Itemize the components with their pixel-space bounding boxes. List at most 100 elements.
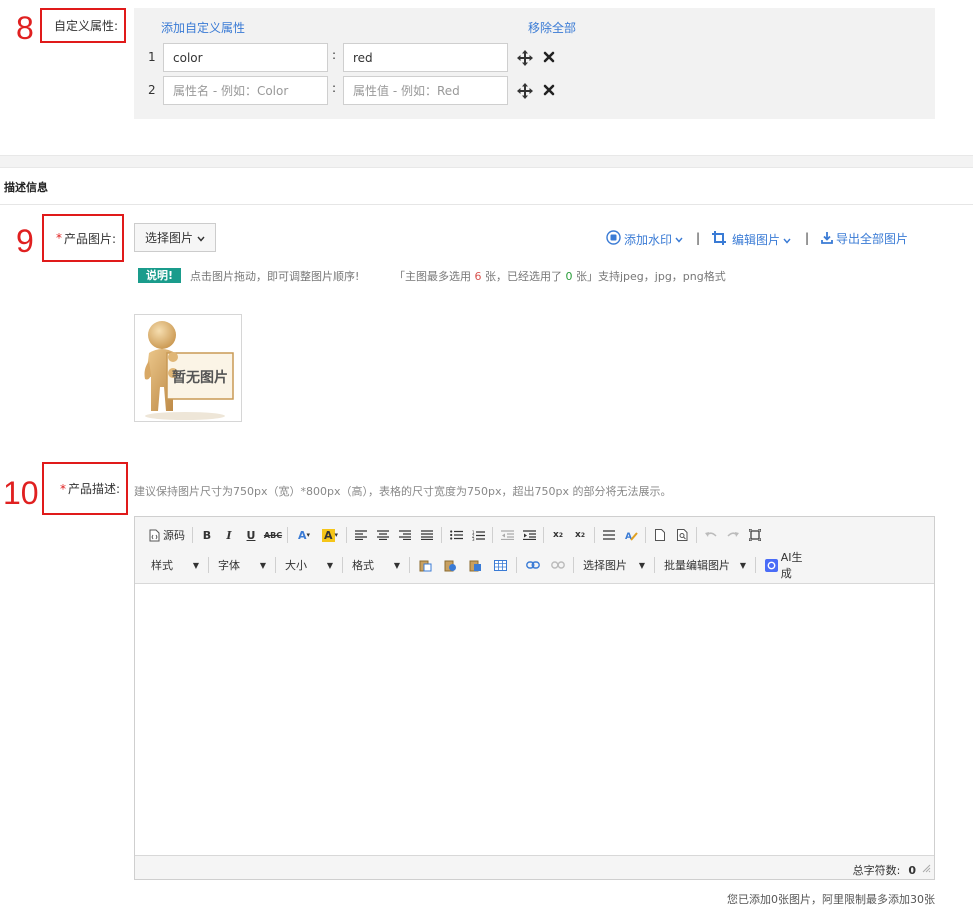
attr-value-input[interactable]	[343, 76, 508, 105]
toolbar-separator	[409, 557, 410, 573]
no-image-placeholder[interactable]: 暂无图片	[134, 314, 242, 422]
toolbar-separator	[696, 527, 697, 543]
paste-icon[interactable]	[413, 555, 438, 575]
superscript-button[interactable]: x2	[569, 525, 591, 545]
outdent-icon[interactable]	[496, 525, 518, 545]
attr-colon: :	[332, 48, 337, 62]
product-image-label-box: * 产品图片:	[42, 214, 124, 262]
style-dropdown[interactable]: 样式 ▼	[145, 557, 205, 573]
char-count-label: 总字符数:	[852, 864, 901, 877]
size-label: 大小	[285, 559, 307, 572]
unlink-icon[interactable]	[545, 555, 570, 575]
add-custom-attr-link[interactable]: 添加自定义属性	[161, 19, 245, 36]
remove-all-link[interactable]: 移除全部	[528, 19, 576, 36]
char-count-value: 0	[908, 864, 916, 877]
fullscreen-icon[interactable]	[744, 525, 766, 545]
resize-handle-icon[interactable]	[922, 862, 931, 876]
select-image-label: 选择图片	[583, 559, 627, 572]
toolbar-row-2: 样式 ▼ 字体 ▼ 大小 ▼ 格式 ▼ 选择图片 ▼ 批量编辑图片 ▼ AI生成	[145, 551, 819, 580]
required-mark: *	[59, 481, 66, 496]
batch-edit-label: 批量编辑图片	[664, 559, 730, 572]
toolbar-separator: |	[805, 231, 810, 245]
image-limit-hint: 「主图最多选用 6 张，已经选用了 0 张」支持jpeg，jpg，png格式	[394, 268, 726, 284]
subscript-button[interactable]: x2	[547, 525, 569, 545]
ai-generate-label: AI生成	[780, 551, 803, 580]
align-left-icon[interactable]	[350, 525, 372, 545]
font-dropdown[interactable]: 字体 ▼	[212, 557, 272, 573]
toolbar-separator	[342, 557, 343, 573]
select-image-button-label: 选择图片	[144, 231, 193, 245]
toolbar-separator	[441, 527, 442, 543]
source-button[interactable]: 源码	[145, 525, 189, 545]
toolbar-separator	[287, 527, 288, 543]
undo-icon[interactable]	[700, 525, 722, 545]
attr-name-input[interactable]	[163, 76, 328, 105]
new-page-icon[interactable]	[649, 525, 671, 545]
drag-order-hint: 点击图片拖动，即可调整图片顺序!	[190, 270, 360, 283]
description-size-hint: 建议保持图片尺寸为750px（宽）*800px（高），表格的尺寸宽度为750px…	[134, 485, 672, 498]
redo-icon[interactable]	[722, 525, 744, 545]
align-center-icon[interactable]	[372, 525, 394, 545]
custom-attr-panel: 添加自定义属性 移除全部 1 : 2 :	[134, 8, 935, 119]
paste-text-icon[interactable]	[438, 555, 463, 575]
select-image-dropdown[interactable]: 选择图片 ▼	[577, 557, 651, 573]
font-color-button[interactable]: A ▾	[291, 525, 317, 545]
editor-content-area[interactable]	[135, 585, 934, 855]
paste-word-icon[interactable]	[463, 555, 488, 575]
attr-name-input[interactable]	[163, 43, 328, 72]
product-desc-label: 产品描述:	[67, 482, 120, 496]
size-dropdown[interactable]: 大小 ▼	[279, 557, 339, 573]
ai-generate-button[interactable]: AI生成	[759, 549, 819, 581]
custom-attr-label: 自定义属性:	[53, 19, 118, 33]
numbered-list-icon[interactable]: 123	[467, 525, 489, 545]
horizontal-rule-icon[interactable]	[598, 525, 620, 545]
bullet-list-icon[interactable]	[445, 525, 467, 545]
caret-down-icon: ▼	[259, 560, 266, 570]
align-justify-icon[interactable]	[416, 525, 438, 545]
font-label: 字体	[218, 559, 240, 572]
drag-move-icon[interactable]	[516, 82, 534, 103]
format-dropdown[interactable]: 格式 ▼	[346, 557, 406, 573]
drag-move-icon[interactable]	[516, 49, 534, 70]
watermark-dropdown[interactable]: 添加水印	[606, 230, 683, 248]
indent-icon[interactable]	[518, 525, 540, 545]
chevron-down-icon	[197, 231, 205, 245]
attr-colon: :	[332, 81, 337, 95]
table-icon[interactable]	[488, 555, 513, 575]
export-all-images-link[interactable]: 导出全部图片	[821, 230, 908, 247]
no-image-text: 暂无图片	[172, 370, 228, 386]
caret-down-icon: ▼	[326, 560, 333, 570]
delete-icon[interactable]	[543, 84, 555, 99]
select-image-button[interactable]: 选择图片	[134, 223, 216, 252]
product-image-label: 产品图片:	[63, 231, 116, 246]
custom-attr-label-box: 自定义属性:	[40, 8, 126, 43]
toolbar-separator: |	[696, 231, 701, 245]
italic-button[interactable]: I	[218, 525, 240, 545]
toolbar-separator	[192, 527, 193, 543]
clear-format-icon[interactable]: A	[620, 525, 642, 545]
product-desc-label-box: * 产品描述:	[42, 462, 128, 515]
highlight-color-button[interactable]: A ▾	[317, 525, 343, 545]
toolbar-separator	[208, 557, 209, 573]
link-icon[interactable]	[520, 555, 545, 575]
edit-image-label: 编辑图片	[732, 233, 781, 247]
align-right-icon[interactable]	[394, 525, 416, 545]
caret-down-icon: ▼	[739, 560, 746, 570]
editor-status-bar: 总字符数: 0	[135, 855, 934, 879]
attr-value-input[interactable]	[343, 43, 508, 72]
toolbar-separator	[492, 527, 493, 543]
batch-edit-image-dropdown[interactable]: 批量编辑图片 ▼	[658, 557, 752, 573]
edit-image-dropdown[interactable]: 编辑图片	[711, 230, 791, 249]
bold-button[interactable]: B	[196, 525, 218, 545]
attr-row-index: 1	[148, 50, 156, 64]
source-icon	[149, 529, 160, 541]
toolbar-separator	[755, 557, 756, 573]
underline-button[interactable]: U	[240, 525, 262, 545]
strikethrough-button[interactable]: ABC	[262, 525, 284, 545]
caret-down-icon: ▼	[393, 560, 400, 570]
download-icon	[821, 231, 833, 247]
toolbar-separator	[573, 557, 574, 573]
preview-icon[interactable]	[671, 525, 693, 545]
annotation-number-9: 9	[16, 223, 34, 259]
delete-icon[interactable]	[543, 51, 555, 66]
